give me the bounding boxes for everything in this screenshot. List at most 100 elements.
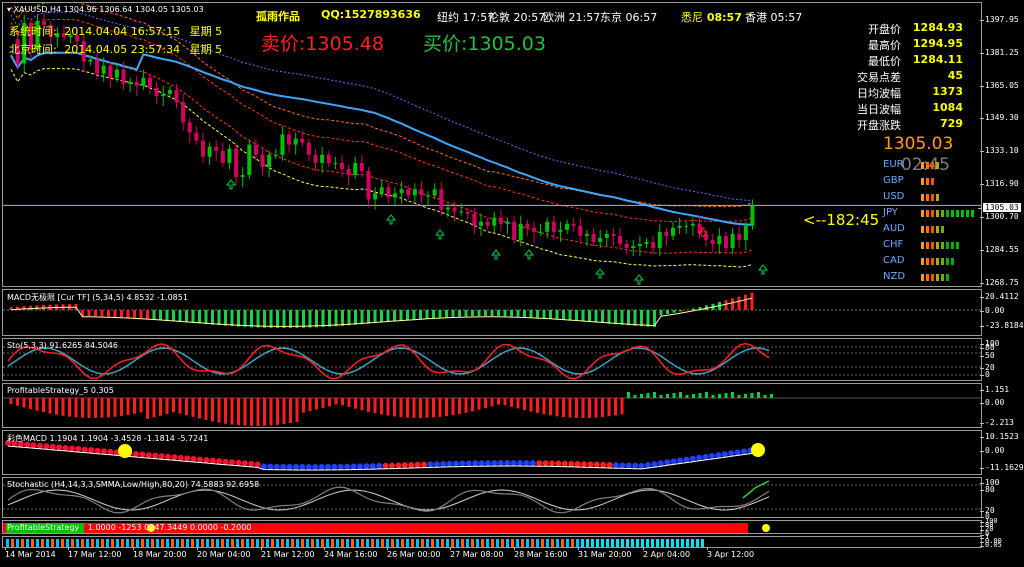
band-yellow-lower <box>10 68 753 268</box>
macd2-marker <box>751 443 765 457</box>
price-axis-label: 1397.95 <box>980 15 1019 24</box>
macd2-dot <box>254 461 261 468</box>
world-clock: 纽约 17:57 <box>437 9 494 25</box>
ps5-bar <box>633 395 637 398</box>
macd2-dot <box>728 450 735 457</box>
ps5-panel[interactable]: ProfitableStrategy_5 0.305 <box>2 383 982 428</box>
ps5-bar <box>516 398 520 409</box>
ps5-bar <box>607 398 611 417</box>
ps5-bar <box>94 398 97 418</box>
macd2-dot <box>734 449 741 456</box>
candle-body <box>730 233 735 249</box>
bottom-bar <box>591 539 594 547</box>
macd2-dot <box>683 456 690 463</box>
ps5-bar <box>419 398 422 418</box>
ps5-bar <box>87 398 91 418</box>
bottom-panel[interactable] <box>2 536 982 548</box>
candle-body <box>406 189 411 196</box>
macd-bar <box>750 292 754 310</box>
bottom-bar <box>256 539 259 547</box>
bottom-bar <box>186 539 189 547</box>
macd2-dot <box>88 447 95 454</box>
stat-row: 开盘涨跌 729 <box>823 117 963 132</box>
bottom-bar <box>666 539 669 547</box>
candle-body <box>565 223 570 230</box>
bottom-bar <box>166 539 169 547</box>
candle-body <box>432 189 437 196</box>
bottom-bar <box>51 539 54 547</box>
bottom-bar <box>221 539 224 547</box>
candle-body <box>333 162 338 164</box>
ps-panel[interactable]: ProfitableStrategy 1.0000 -1253 0247.344… <box>2 520 982 534</box>
candle-body <box>95 59 100 74</box>
bottom-bar <box>626 539 629 547</box>
candle-body <box>141 77 146 86</box>
strength-bar <box>926 194 929 201</box>
dropdown-icon[interactable]: ▾ <box>7 5 11 14</box>
strength-bar <box>926 210 929 217</box>
ps5-bar <box>432 398 435 418</box>
macd-panel[interactable]: MACD无极限 [Cur TF] (5,34,5) 4.8532 -1.0851 <box>2 289 982 336</box>
ps5-bar <box>367 398 370 412</box>
candle-body <box>300 138 305 143</box>
bottom-bar <box>6 539 9 547</box>
bottom-bar <box>421 539 424 547</box>
strength-bar <box>936 274 939 281</box>
candle-body <box>723 235 728 249</box>
macd-bar <box>120 310 123 318</box>
macd-bar <box>731 298 734 310</box>
ps5-bar <box>380 398 383 415</box>
candle-body <box>253 144 258 155</box>
strength-bar <box>921 258 924 265</box>
macd-bar <box>87 310 91 317</box>
stat-label: 当日波幅 <box>857 103 901 116</box>
ps5-bar <box>230 398 234 425</box>
macd2-dot <box>133 451 139 457</box>
macd-bar <box>107 310 110 317</box>
main-chart[interactable]: ▾ XAUUSD,H4 1304.96 1306.64 1304.05 1305… <box>2 2 982 287</box>
ps5-bar <box>705 392 708 398</box>
macd2-dot <box>606 461 613 468</box>
macd2-title: 彩色MACD 1.1904 1.1904 -3.4528 -1.1814 -5.… <box>7 434 209 443</box>
symbol-label: XAUUSD,H4 <box>13 5 62 14</box>
bottom-bar <box>636 539 639 547</box>
macd2-dot <box>81 446 88 453</box>
ps5-bar <box>165 398 169 414</box>
ps5-bar <box>224 398 227 424</box>
ps5-bar <box>536 398 539 414</box>
strength-bar <box>951 258 954 265</box>
candle-body <box>498 217 503 224</box>
bottom-bar <box>491 539 494 547</box>
macd-bar <box>315 310 318 328</box>
bottom-bar <box>411 539 414 547</box>
ps5-bar <box>386 398 390 416</box>
ps5-bar <box>211 398 214 422</box>
ps5-bar <box>204 398 208 421</box>
bottom-bar <box>681 539 684 547</box>
sto-panel[interactable]: Sto(5,3,3) 91.6265 84.5046 <box>2 338 982 381</box>
candle-body <box>743 225 748 240</box>
macd-bar <box>438 310 442 318</box>
bottom-bar <box>76 539 79 547</box>
ps5-bar <box>594 398 598 418</box>
ps5-bar <box>477 398 481 410</box>
price-axis-label: 1284.55 <box>980 245 1019 254</box>
bottom-bar <box>531 539 534 547</box>
macd2-panel[interactable]: 彩色MACD 1.1904 1.1904 -3.4528 -1.1814 -5.… <box>2 430 982 475</box>
macd-bar <box>276 310 279 328</box>
macd2-dot <box>43 443 50 450</box>
macd-bar <box>523 310 526 317</box>
bottom-bar <box>416 539 419 547</box>
macd-bar <box>100 310 104 317</box>
candle-body <box>134 81 139 86</box>
macd-bar <box>334 310 338 327</box>
macd2-dot <box>152 452 159 459</box>
macd2-dot <box>158 453 165 460</box>
bottom-bar <box>456 539 459 547</box>
bottom-bar <box>481 539 484 547</box>
macd2-dot <box>638 462 645 469</box>
ps5-bar <box>185 398 188 416</box>
bottom-bar <box>706 539 709 547</box>
ps5-bar <box>295 398 299 422</box>
stoch-panel[interactable]: Stochastic (H4,14,3,3,SMMA,Low/High,80,2… <box>2 477 982 518</box>
